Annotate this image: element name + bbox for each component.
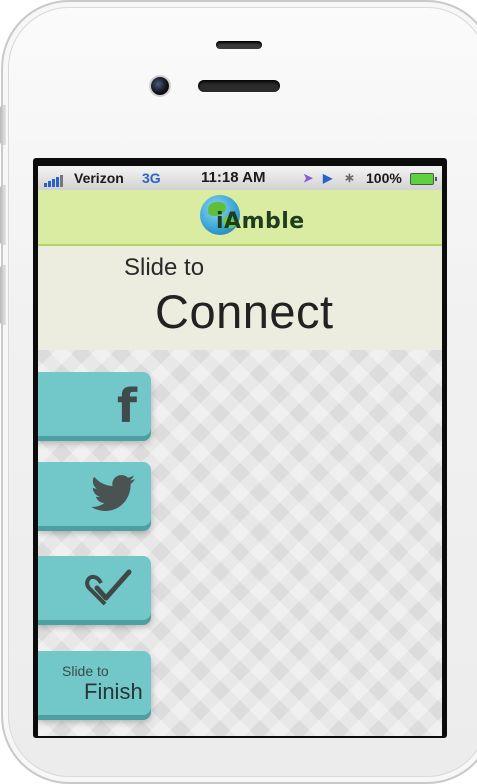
banner-line2: Connect (155, 285, 334, 338)
volume-down-button (0, 265, 6, 325)
facebook-icon: f (116, 379, 137, 433)
network-type: 3G (142, 170, 161, 186)
finish-line2: Finish (84, 679, 143, 704)
volume-up-button (0, 185, 6, 245)
earpiece (198, 80, 280, 92)
mute-switch (0, 105, 6, 145)
status-time: 11:18 AM (201, 169, 266, 186)
battery-percent: 100% (366, 170, 402, 186)
finish-slide-tab[interactable]: Slide to Finish (38, 651, 151, 715)
banner-line1: Slide to (124, 254, 205, 281)
twitter-slide-tab[interactable] (38, 462, 151, 526)
carrier-name: Verizon (74, 170, 124, 186)
battery-icon (410, 173, 437, 185)
finish-line1: Slide to (62, 663, 109, 679)
status-bar: Verizon 3G 11:18 AM ➤ ▶ ∗ 100% (38, 166, 442, 191)
top-speaker (216, 41, 262, 49)
screen: Verizon 3G 11:18 AM ➤ ▶ ∗ 100% iAmble Sl… (38, 166, 442, 736)
play-icon: ▶ (323, 171, 333, 185)
location-icon: ➤ (303, 171, 314, 185)
front-camera (151, 77, 169, 95)
app-logo-text: iAmble (216, 209, 305, 234)
signal-icon (44, 175, 63, 187)
facebook-slide-tab[interactable]: f (38, 372, 151, 436)
app-header: iAmble (38, 190, 442, 246)
bluetooth-icon: ∗ (344, 170, 355, 185)
checkin-slide-tab[interactable] (38, 556, 151, 620)
twitter-icon (91, 475, 135, 511)
checkin-icon (85, 569, 132, 606)
